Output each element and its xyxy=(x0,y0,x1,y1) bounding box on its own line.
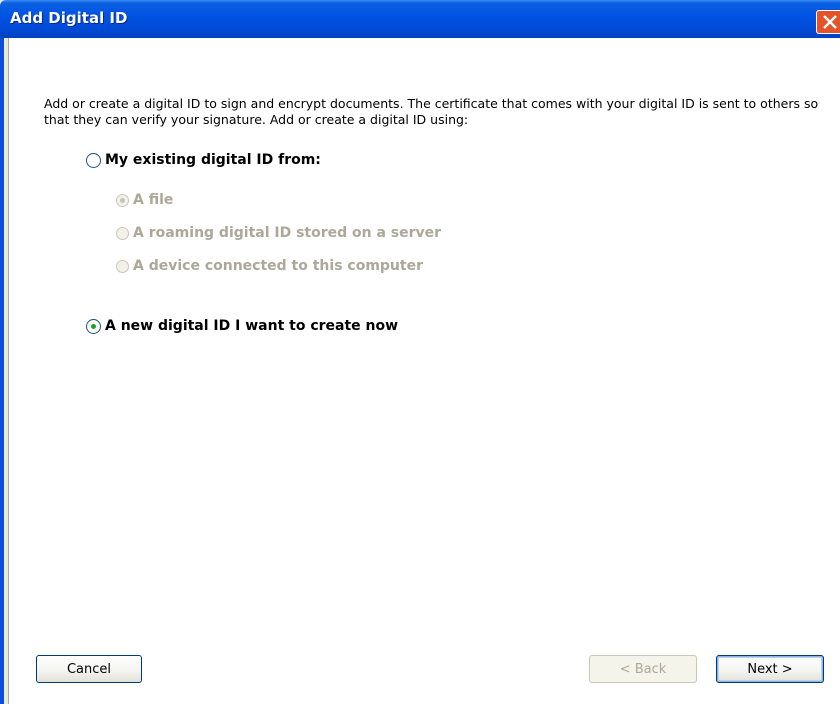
close-icon xyxy=(823,15,837,29)
radio-a-file: A file xyxy=(116,192,173,208)
radio-button xyxy=(116,259,129,273)
radio-button xyxy=(116,193,129,207)
radio-button[interactable] xyxy=(86,318,101,334)
radio-roaming-id: A roaming digital ID stored on a server xyxy=(116,225,441,241)
cancel-button[interactable]: Cancel xyxy=(36,655,142,683)
close-button[interactable] xyxy=(816,10,840,34)
radio-new-digital-id[interactable]: A new digital ID I want to create now xyxy=(86,318,398,334)
next-button[interactable]: Next > xyxy=(716,655,824,683)
radio-device-label: A device connected to this computer xyxy=(133,258,423,274)
window-border xyxy=(0,38,4,704)
radio-roaming-id-label: A roaming digital ID stored on a server xyxy=(133,225,442,241)
radio-button[interactable] xyxy=(86,152,101,168)
back-button[interactable]: < Back xyxy=(589,655,697,683)
radio-button xyxy=(116,226,129,240)
title-bar: Add Digital ID xyxy=(0,0,840,38)
dialog-body xyxy=(8,38,840,704)
add-digital-id-dialog: Add Digital ID Add or create a digital I… xyxy=(0,0,840,704)
radio-device: A device connected to this computer xyxy=(116,258,423,274)
radio-existing-digital-id[interactable]: My existing digital ID from: xyxy=(86,152,321,168)
intro-text: Add or create a digital ID to sign and e… xyxy=(44,96,819,127)
window-title: Add Digital ID xyxy=(10,9,128,27)
radio-new-id-label: A new digital ID I want to create now xyxy=(105,318,399,334)
radio-existing-label: My existing digital ID from: xyxy=(105,152,321,168)
radio-a-file-label: A file xyxy=(133,192,174,208)
